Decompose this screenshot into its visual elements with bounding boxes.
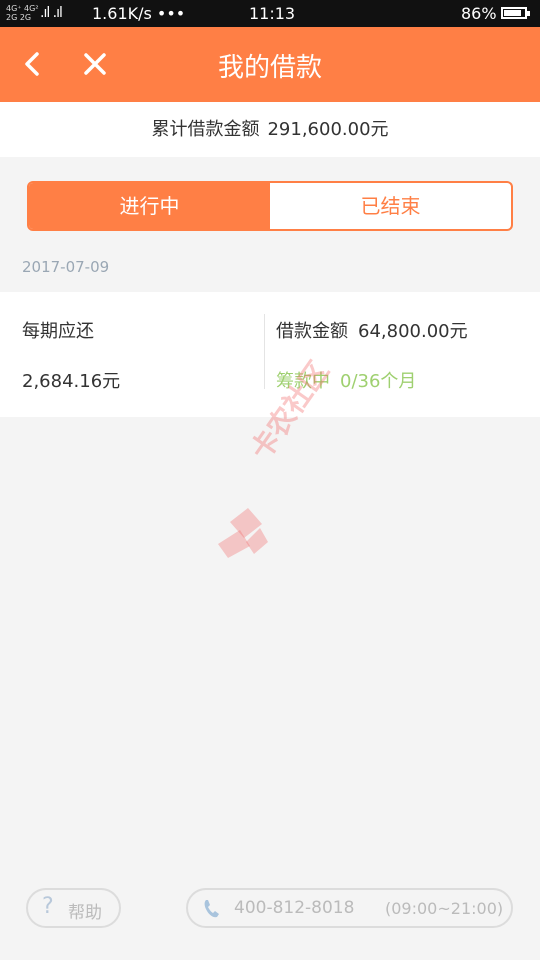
signal-bars-icon: .ıl .ıl [40,5,63,21]
battery-percent: 86% [461,4,497,23]
total-loan-amount: 291,600.00元 [267,119,389,140]
loan-status-tabs: 进行中 已结束 [27,181,513,231]
status-bar: 4G⁺ 4G² 2G 2G .ıl .ıl 1.61K/s ••• 11:13 8… [0,0,540,27]
per-period-label: 每期应还 [22,321,94,342]
loan-status-progress: 0/36个月 [340,371,417,392]
tab-in-progress[interactable]: 进行中 [29,183,270,229]
loan-card[interactable] [0,292,540,417]
total-loan-label: 累计借款金额 [151,119,260,140]
hotline-button[interactable]: 400-812-8018 (09:00~21:00) [186,888,513,928]
page-title: 我的借款 [217,53,322,83]
loan-amount: 借款金额 64,800.00元 [276,317,468,343]
battery-fill [504,10,521,16]
network-speed: 1.61K/s ••• [92,4,186,23]
card-divider [264,314,265,389]
help-label: 帮助 [68,903,102,923]
per-period-value: 2,684.16元 [22,371,121,392]
loan-amount-value: 64,800.00元 [358,321,468,342]
question-icon: ? [42,894,54,919]
signal-indicator: 4G⁺ 4G² 2G 2G [6,4,39,22]
hotline-hours: (09:00~21:00) [385,899,504,918]
hotline-number: 400-812-8018 [234,898,355,918]
loan-date: 2017-07-09 [22,258,110,276]
help-button[interactable]: ? 帮助 [26,888,121,928]
tab-finished[interactable]: 已结束 [270,183,511,229]
clock: 11:13 [249,4,296,23]
loan-amount-label: 借款金额 [276,321,348,342]
total-loan-summary: 累计借款金额 291,600.00元 [0,102,540,157]
phone-icon [202,897,222,919]
battery-icon [501,7,530,19]
app-header: 我的借款 [0,27,540,102]
